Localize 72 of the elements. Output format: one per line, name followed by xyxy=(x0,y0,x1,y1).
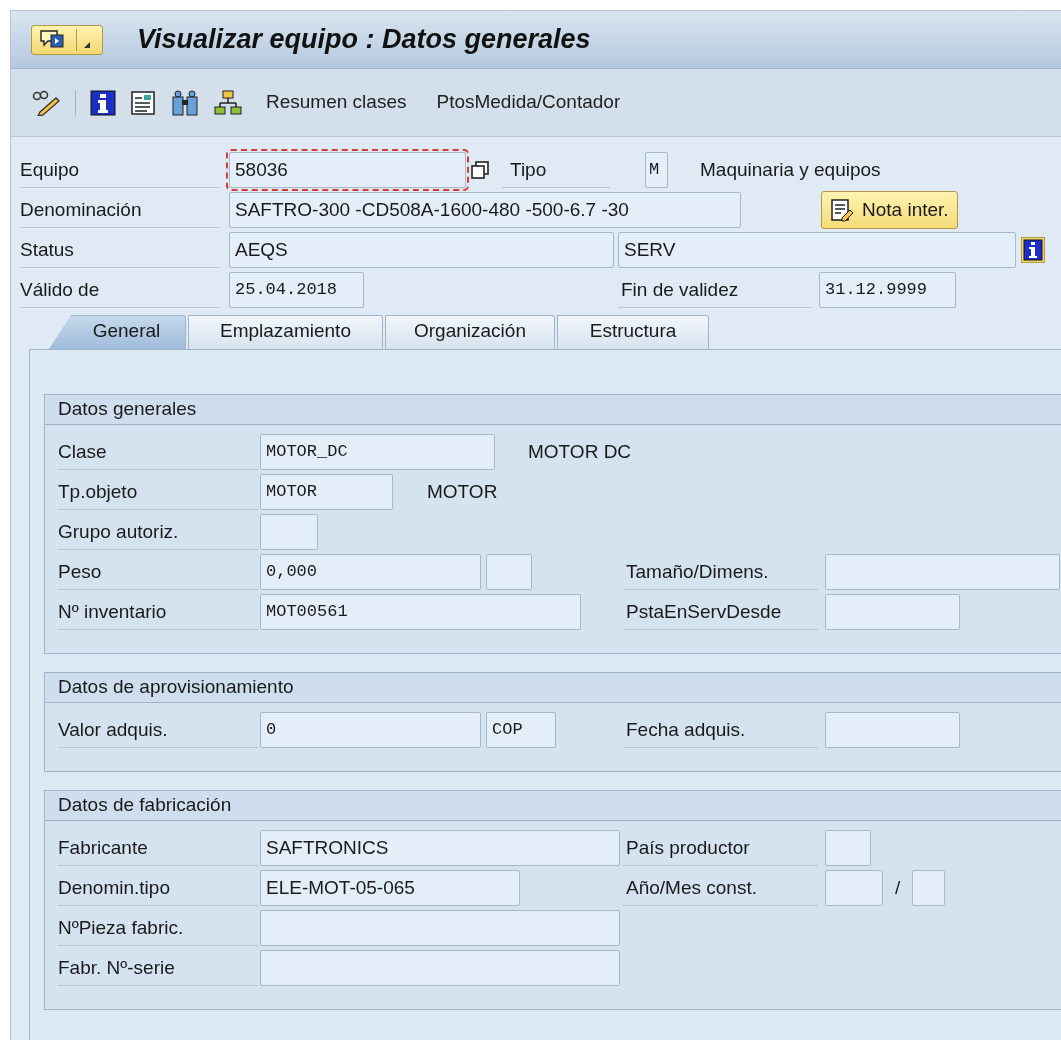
input-field[interactable]: M xyxy=(645,152,668,188)
value-text: Maquinaria y equipos xyxy=(700,157,881,182)
input-field[interactable]: MOTOR xyxy=(260,474,393,510)
input-field[interactable] xyxy=(260,910,620,946)
hierarchy-icon[interactable] xyxy=(214,89,242,116)
input-field[interactable] xyxy=(825,870,883,906)
menu-button[interactable] xyxy=(31,24,103,55)
field-label: Tamaño/Dimens. xyxy=(623,554,818,590)
input-field[interactable]: AEQS xyxy=(229,232,614,268)
pencil-glasses-icon[interactable] xyxy=(31,89,61,116)
input-field[interactable]: SAFTRONICS xyxy=(260,830,620,866)
field-label: Tipo xyxy=(502,152,610,188)
input-field[interactable] xyxy=(825,594,960,630)
toolbar-button[interactable]: Resumen clases xyxy=(266,88,407,117)
field-label: Grupo autoriz. xyxy=(58,514,258,550)
field-label: Fabr. Nº-serie xyxy=(58,950,258,986)
copy-icon[interactable] xyxy=(471,161,489,179)
input-field[interactable]: MOT00561 xyxy=(260,594,581,630)
group-title: Datos de fabricación xyxy=(45,791,1061,821)
value-text: / xyxy=(895,875,901,900)
field-label: País productor xyxy=(623,830,818,866)
input-field[interactable]: COP xyxy=(486,712,556,748)
field-label: Nº inventario xyxy=(58,594,258,630)
chat-icon xyxy=(40,29,66,50)
input-field[interactable]: 0,000 xyxy=(260,554,481,590)
note-icon xyxy=(830,198,854,222)
input-field[interactable]: 25.04.2018 xyxy=(229,272,364,308)
field-label: Fecha adquis. xyxy=(623,712,818,748)
field-label: Fabricante xyxy=(58,830,258,866)
note-button[interactable]: Nota inter. xyxy=(821,191,958,229)
tab[interactable]: Organización xyxy=(385,315,555,349)
window-title: Visualizar equipo : Datos generales xyxy=(137,23,591,57)
input-field[interactable]: SERV xyxy=(618,232,1016,268)
field-label: Denominación xyxy=(20,192,220,228)
tab[interactable]: Estructura xyxy=(557,315,709,349)
input-field[interactable] xyxy=(912,870,946,906)
input-field[interactable]: 31.12.9999 xyxy=(819,272,956,308)
input-field[interactable] xyxy=(825,830,871,866)
tab[interactable]: General xyxy=(49,315,186,349)
toolbar-button[interactable]: PtosMedida/Contador xyxy=(436,88,621,117)
field-label: Status xyxy=(20,232,220,268)
field-label: Fin de validez xyxy=(618,272,811,308)
group-title: Datos generales xyxy=(45,395,1061,425)
field-label: Equipo xyxy=(20,152,220,188)
field-label: PstaEnServDesde xyxy=(623,594,818,630)
field-label: Peso xyxy=(58,554,258,590)
field-label: Año/Mes const. xyxy=(623,870,818,906)
tab[interactable]: Emplazamiento xyxy=(188,315,383,349)
input-field[interactable] xyxy=(486,554,532,590)
value-text: MOTOR xyxy=(427,479,498,504)
field-label: NºPieza fabric. xyxy=(58,910,258,946)
input-field[interactable]: 0 xyxy=(260,712,481,748)
info-icon[interactable] xyxy=(90,89,116,116)
info-icon[interactable] xyxy=(1021,237,1045,263)
input-field[interactable] xyxy=(260,950,620,986)
field-label: Tp.objeto xyxy=(58,474,258,510)
input-field[interactable]: SAFTRO-300 -CD508A-1600-480 -500-6.7 -30 xyxy=(229,192,741,228)
input-field[interactable] xyxy=(825,554,1060,590)
binoculars-icon[interactable] xyxy=(170,89,200,116)
dropdown-icon xyxy=(83,40,91,49)
value-text: MOTOR DC xyxy=(528,439,632,464)
group-title: Datos de aprovisionamiento xyxy=(45,673,1061,703)
input-field[interactable]: MOTOR_DC xyxy=(260,434,495,470)
field-label: Clase xyxy=(58,434,258,470)
input-field[interactable] xyxy=(260,514,318,550)
document-icon[interactable] xyxy=(130,89,156,116)
input-field[interactable] xyxy=(825,712,960,748)
input-field[interactable]: 58036 xyxy=(229,152,466,188)
field-label: Denomin.tipo xyxy=(58,870,258,906)
input-field[interactable]: ELE-MOT-05-065 xyxy=(260,870,520,906)
field-label: Valor adquis. xyxy=(58,712,258,748)
field-label: Válido de xyxy=(20,272,220,308)
